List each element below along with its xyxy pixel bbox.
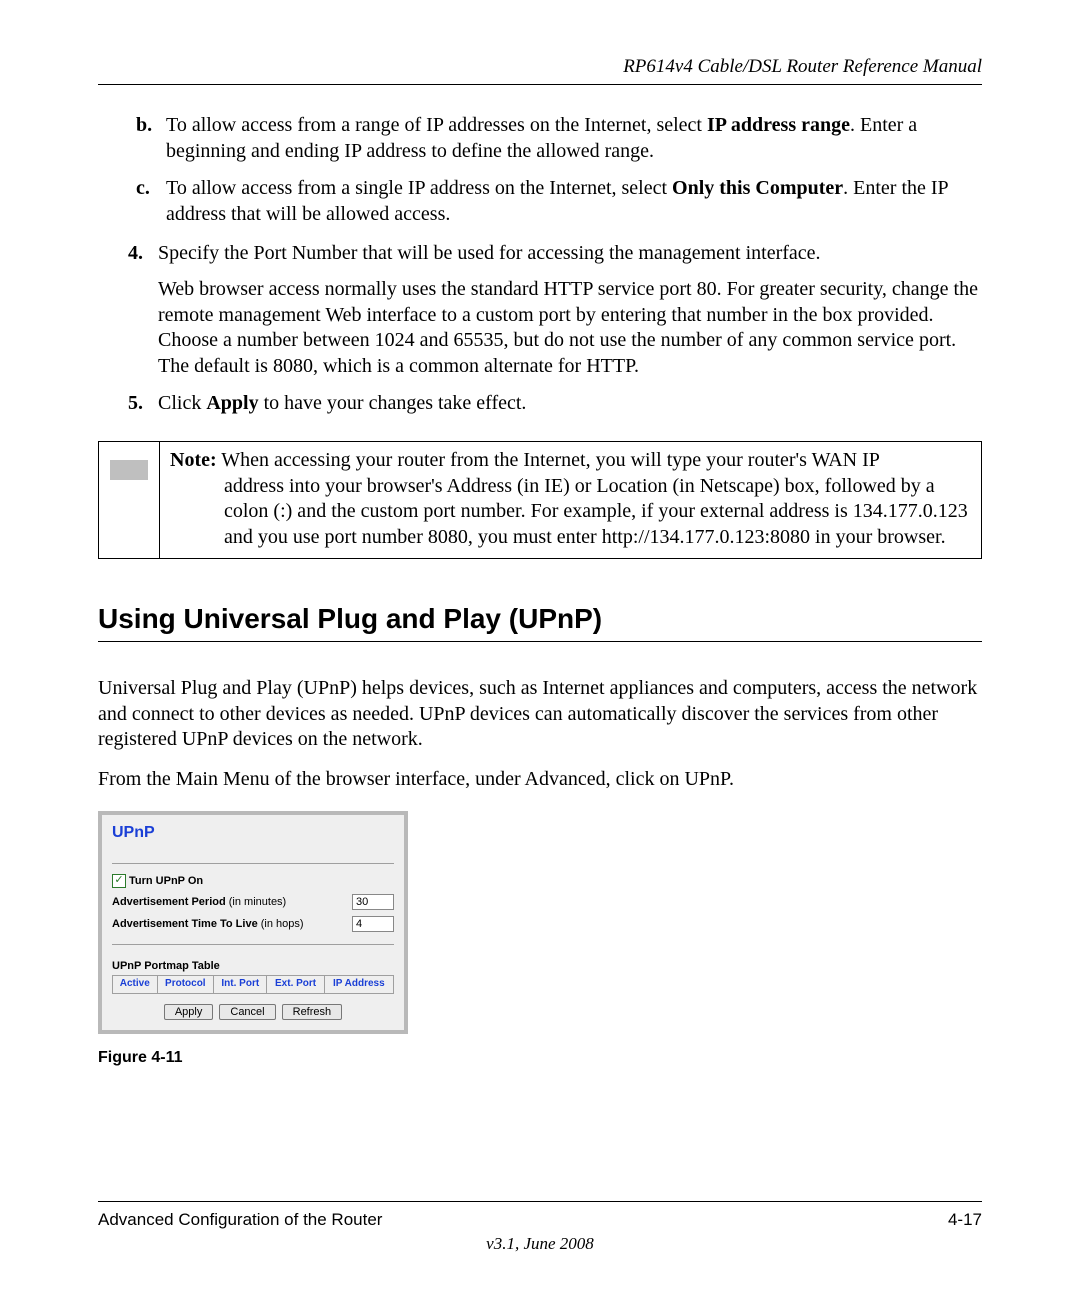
list-item-b: b. To allow access from a range of IP ad…: [136, 113, 982, 164]
bold-text: Apply: [206, 392, 258, 414]
note-text: Note: When accessing your router from th…: [160, 442, 981, 558]
item-content-c: To allow access from a single IP address…: [166, 176, 982, 227]
col-protocol: Protocol: [157, 976, 214, 994]
item-content-4: Specify the Port Number that will be use…: [158, 241, 982, 379]
footer-rule: [98, 1201, 982, 1202]
running-header: RP614v4 Cable/DSL Router Reference Manua…: [98, 56, 982, 78]
text: Specify the Port Number that will be use…: [158, 242, 821, 264]
bold-text: Only this Computer: [672, 177, 843, 199]
item-content-5: Click Apply to have your changes take ef…: [158, 391, 982, 417]
text: To allow access from a range of IP addre…: [166, 114, 707, 136]
note-box: Note: When accessing your router from th…: [98, 441, 982, 559]
col-ip: IP Address: [324, 976, 393, 994]
refresh-button[interactable]: Refresh: [282, 1004, 343, 1020]
paragraph-upnp-intro: Universal Plug and Play (UPnP) helps dev…: [98, 676, 982, 753]
text: When accessing your router from the Inte…: [217, 449, 880, 471]
ttl-row: Advertisement Time To Live (in hops): [112, 916, 394, 932]
list-item-5: 5. Click Apply to have your changes take…: [128, 391, 982, 417]
figure-caption: Figure 4-11: [98, 1048, 982, 1068]
paragraph: Web browser access normally uses the sta…: [158, 277, 982, 379]
divider: [112, 944, 394, 945]
footer-left: Advanced Configuration of the Router: [98, 1210, 382, 1230]
button-row: Apply Cancel Refresh: [112, 1004, 394, 1020]
ttl-label: Advertisement Time To Live (in hops): [112, 917, 304, 931]
sub-list: b. To allow access from a range of IP ad…: [136, 113, 982, 227]
list-item-c: c. To allow access from a single IP addr…: [136, 176, 982, 227]
label-unit: (in hops): [258, 918, 304, 930]
footer: Advanced Configuration of the Router 4-1…: [98, 1187, 982, 1254]
turn-upnp-on-checkbox[interactable]: ✓: [112, 874, 126, 888]
header-rule: [98, 84, 982, 85]
item-marker-b: b.: [136, 113, 166, 164]
page: RP614v4 Cable/DSL Router Reference Manua…: [0, 0, 1080, 1296]
portmap-table: Active Protocol Int. Port Ext. Port IP A…: [112, 975, 394, 994]
divider: [112, 863, 394, 864]
note-indent: address into your browser's Address (in …: [224, 474, 971, 551]
cancel-button[interactable]: Cancel: [219, 1004, 275, 1020]
label-bold: Advertisement Period: [112, 896, 226, 908]
section-rule: [98, 641, 982, 642]
bold-text: IP address range: [707, 114, 850, 136]
text: Click: [158, 392, 206, 414]
ad-period-input[interactable]: [352, 894, 394, 910]
label-unit: (in minutes): [226, 896, 287, 908]
paragraph-upnp-nav: From the Main Menu of the browser interf…: [98, 767, 982, 793]
numbered-list: 4. Specify the Port Number that will be …: [128, 241, 982, 417]
footer-row: Advanced Configuration of the Router 4-1…: [98, 1210, 982, 1230]
table-header-row: Active Protocol Int. Port Ext. Port IP A…: [113, 976, 394, 994]
text: to have your changes take effect.: [259, 392, 527, 414]
turn-upnp-on-label: Turn UPnP On: [129, 874, 203, 888]
upnp-panel-title: UPnP: [112, 823, 394, 843]
ad-period-label: Advertisement Period (in minutes): [112, 895, 286, 909]
section-heading: Using Universal Plug and Play (UPnP): [98, 601, 982, 637]
turn-upnp-on-row: ✓ Turn UPnP On: [112, 874, 394, 888]
footer-page-number: 4-17: [948, 1210, 982, 1230]
note-label: Note:: [170, 449, 217, 471]
footer-version: v3.1, June 2008: [98, 1234, 982, 1254]
body-content: b. To allow access from a range of IP ad…: [98, 113, 982, 1068]
item-content-b: To allow access from a range of IP addre…: [166, 113, 982, 164]
label-bold: Advertisement Time To Live: [112, 918, 258, 930]
note-icon: [110, 460, 148, 480]
col-int-port: Int. Port: [214, 976, 267, 994]
apply-button[interactable]: Apply: [164, 1004, 214, 1020]
item-marker-5: 5.: [128, 391, 158, 417]
note-icon-cell: [99, 442, 160, 558]
item-marker-4: 4.: [128, 241, 158, 379]
upnp-screenshot-panel: UPnP ✓ Turn UPnP On Advertisement Period…: [98, 811, 408, 1034]
col-ext-port: Ext. Port: [267, 976, 324, 994]
ad-period-row: Advertisement Period (in minutes): [112, 894, 394, 910]
ttl-input[interactable]: [352, 916, 394, 932]
col-active: Active: [113, 976, 158, 994]
item-marker-c: c.: [136, 176, 166, 227]
list-item-4: 4. Specify the Port Number that will be …: [128, 241, 982, 379]
portmap-heading: UPnP Portmap Table: [112, 959, 394, 973]
text: To allow access from a single IP address…: [166, 177, 672, 199]
